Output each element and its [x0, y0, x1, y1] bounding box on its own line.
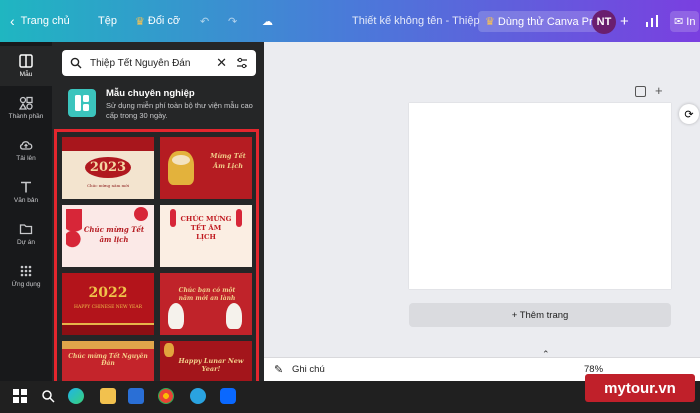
template-icon — [19, 54, 33, 68]
store-icon[interactable] — [128, 388, 144, 404]
try-pro-button[interactable]: ♛ Dùng thử Canva Pro — [478, 0, 606, 42]
text-icon — [21, 181, 31, 193]
template-card-8[interactable]: Happy Lunar New Year! — [160, 341, 252, 381]
share-label: In — [686, 15, 696, 28]
side-rail: Mẫu Thành phần Tải lên Văn bản Dự án Ứng… — [0, 42, 52, 381]
template-text: Chúc mừng Tết âm lịch — [83, 225, 145, 244]
top-bar: ‹ Trang chủ Tệp ♛ Đổi cỡ ↶ ↷ ☁ Thiết kế … — [0, 0, 700, 42]
design-title[interactable]: Thiết kế không tên - Thiệp — [352, 0, 480, 42]
notes-button[interactable]: Ghi chú — [292, 364, 325, 375]
template-card-6[interactable]: Chúc bạn có một năm mới an lành — [160, 273, 252, 335]
rail-label: Văn bản — [13, 197, 39, 204]
template-subtext: Chúc mừng năm mới — [86, 183, 129, 188]
search-icon[interactable] — [40, 388, 56, 404]
zalo-icon[interactable] — [220, 388, 236, 404]
rail-item-uploads[interactable]: Tải lên — [0, 130, 52, 170]
chrome-icon[interactable] — [158, 388, 174, 404]
template-results-grid: 2023 Chúc mừng năm mới Mừng Tết Âm Lịch … — [54, 129, 259, 381]
chevron-up-icon[interactable]: ⌃ — [542, 349, 550, 360]
template-card-3[interactable]: Chúc mừng Tết âm lịch — [62, 205, 154, 267]
template-text: 2022 — [88, 285, 128, 301]
template-card-2[interactable]: Mừng Tết Âm Lịch — [160, 137, 252, 199]
add-page-label: + Thêm trang — [511, 309, 569, 321]
pro-templates-promo[interactable]: Mẫu chuyên nghiệp Sử dụng miễn phí toàn … — [62, 86, 256, 124]
template-text: Happy Lunar New Year! — [178, 357, 244, 373]
search-bar[interactable]: Thiệp Tết Nguyên Đán ✕ — [62, 50, 256, 76]
promo-description: Sử dụng miễn phí toàn bộ thư viện mẫu ca… — [106, 101, 253, 120]
template-card-7[interactable]: Chúc mừng Tết Nguyên Đán — [62, 341, 154, 381]
apps-grid-icon — [20, 265, 32, 277]
rail-label: Mẫu — [19, 71, 33, 78]
template-subtext: HAPPY CHINESE NEW YEAR — [74, 305, 142, 310]
home-label: Trang chủ — [20, 15, 70, 27]
analytics-icon[interactable] — [645, 0, 659, 42]
template-card-1[interactable]: 2023 Chúc mừng năm mới — [62, 137, 154, 199]
resize-label: Đổi cỡ — [147, 15, 181, 27]
file-menu[interactable]: Tệp — [98, 0, 117, 42]
rail-item-projects[interactable]: Dự án — [0, 214, 52, 254]
crown-icon: ♛ — [485, 15, 495, 28]
search-input[interactable]: Thiệp Tết Nguyên Đán — [90, 58, 216, 69]
upload-cloud-icon — [19, 141, 33, 150]
rail-item-elements[interactable]: Thành phần — [0, 88, 52, 128]
elements-icon — [19, 96, 33, 110]
search-icon — [70, 57, 82, 69]
cloud-sync-icon[interactable]: ☁ — [262, 0, 273, 42]
mytour-watermark: mytour.vn — [585, 374, 695, 402]
file-label: Tệp — [98, 15, 117, 27]
template-card-4[interactable]: CHÚC MỪNG TẾT ÂM LỊCH — [160, 205, 252, 267]
rail-label: Dự án — [16, 239, 36, 246]
pro-template-icon — [68, 89, 96, 117]
duplicate-page-icon[interactable] — [635, 86, 646, 97]
add-page-button[interactable]: + Thêm trang — [409, 303, 671, 327]
rail-item-templates[interactable]: Mẫu — [0, 46, 52, 86]
try-pro-label: Dùng thử Canva Pro — [497, 15, 599, 28]
add-page-icon[interactable]: + — [655, 83, 663, 98]
refresh-suggest-icon[interactable]: ⟳ — [679, 104, 699, 124]
template-card-5[interactable]: 2022 HAPPY CHINESE NEW YEAR — [62, 273, 154, 335]
redo-icon[interactable]: ↷ — [228, 0, 237, 42]
clear-search-icon[interactable]: ✕ — [216, 55, 227, 71]
rail-label: Thành phần — [8, 113, 44, 120]
template-text: CHÚC MỪNG TẾT ÂM LỊCH — [180, 215, 232, 241]
undo-icon[interactable]: ↶ — [200, 0, 209, 42]
design-page[interactable] — [409, 103, 671, 289]
windows-start-icon[interactable] — [12, 388, 28, 404]
design-title-text: Thiết kế không tên - Thiệp — [352, 15, 480, 27]
template-text: 2023 — [62, 157, 154, 178]
template-text: Chúc bạn có một năm mới an lành — [178, 287, 236, 302]
rail-label: Tải lên — [16, 155, 36, 162]
avatar[interactable]: NT — [592, 10, 616, 34]
chevron-left-icon: ‹ — [10, 13, 15, 29]
rail-label: Ứng dụng — [11, 281, 41, 288]
share-button[interactable]: ✉ In — [670, 0, 700, 42]
add-collaborator-icon[interactable]: + — [620, 0, 629, 42]
mail-icon: ✉ — [674, 15, 684, 28]
notes-icon: ✎ — [274, 364, 284, 376]
template-text: Chúc mừng Tết Nguyên Đán — [68, 353, 148, 367]
home-button[interactable]: ‹ Trang chủ — [10, 0, 70, 42]
templates-panel: Thiệp Tết Nguyên Đán ✕ Mẫu chuyên nghiệp… — [52, 42, 264, 381]
edge-browser-icon[interactable] — [68, 388, 84, 404]
rail-item-apps[interactable]: Ứng dụng — [0, 256, 52, 296]
folder-icon — [19, 224, 33, 235]
promo-title: Mẫu chuyên nghiệp — [106, 88, 195, 99]
rail-item-text[interactable]: Văn bản — [0, 172, 52, 212]
file-explorer-icon[interactable] — [100, 388, 116, 404]
resize-button[interactable]: ♛ Đổi cỡ — [135, 0, 180, 42]
filter-sliders-icon[interactable] — [236, 57, 248, 69]
telegram-icon[interactable] — [190, 388, 206, 404]
crown-icon: ♛ — [135, 15, 145, 28]
template-text: Mừng Tết Âm Lịch — [210, 152, 246, 170]
